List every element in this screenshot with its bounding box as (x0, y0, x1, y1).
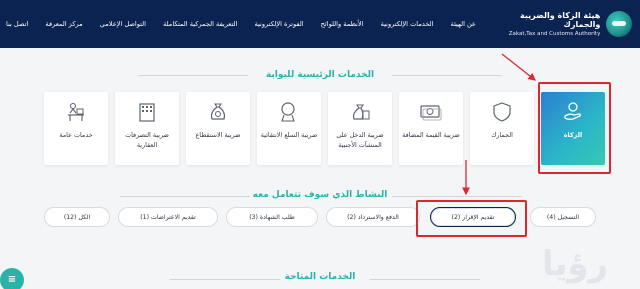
arrow-to-zakat (501, 53, 537, 81)
chat-bubble-button[interactable]: ≡ (0, 268, 24, 289)
chat-icon: ≡ (7, 274, 17, 285)
watermark-logo: رؤيا (541, 244, 609, 284)
